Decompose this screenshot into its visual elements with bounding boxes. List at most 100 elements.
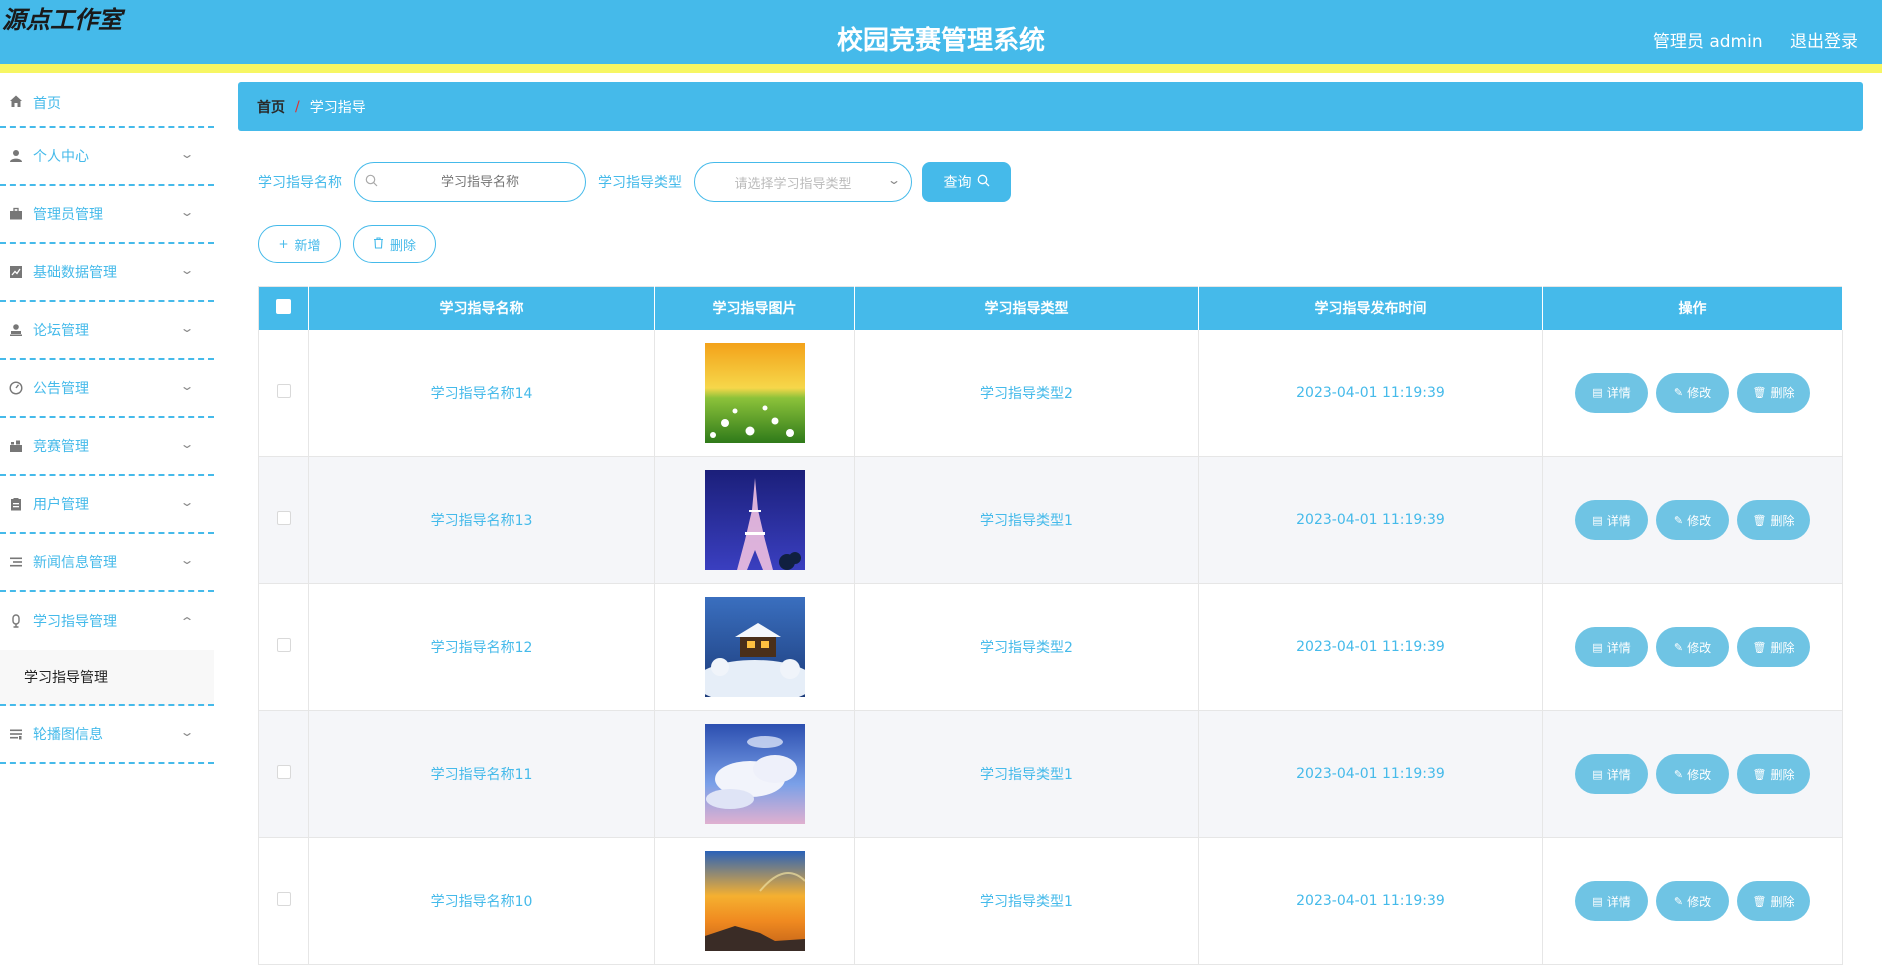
chevron-down-icon: ⌄ xyxy=(886,173,902,187)
row-time: 2023-04-01 11:19:39 xyxy=(1198,456,1543,584)
table-row: 学习指导名称14 学习指导类型2 2023-04-01 11:19:39 ▤ 详情… xyxy=(258,329,1843,457)
sidebar-item-study-guide[interactable]: 学习指导管理 ⌃ xyxy=(0,592,214,650)
select-all-cell xyxy=(258,286,309,330)
delete-button[interactable]: 🗑 删除 xyxy=(1737,754,1810,794)
trash-icon: 🗑 xyxy=(1752,513,1767,527)
chevron-up-icon: ⌃ xyxy=(179,615,195,629)
delete-label: 删除 xyxy=(1770,894,1795,909)
type-filter-placeholder: 请选择学习指导类型 xyxy=(734,176,852,192)
plus-icon: + xyxy=(278,237,289,251)
query-button-label: 查询 xyxy=(943,175,972,191)
row-name: 学习指导名称10 xyxy=(308,837,655,965)
row-actions: ▤ 详情 ✎ 修改 🗑 删除 xyxy=(1543,754,1842,794)
detail-button[interactable]: ▤ 详情 xyxy=(1575,881,1648,921)
sidebar-item-label: 管理员管理 xyxy=(33,207,103,223)
detail-button[interactable]: ▤ 详情 xyxy=(1575,754,1648,794)
edit-button[interactable]: ✎ 修改 xyxy=(1656,627,1729,667)
edit-button[interactable]: ✎ 修改 xyxy=(1656,881,1729,921)
delete-button[interactable]: 🗑 删除 xyxy=(1737,372,1810,413)
document-icon: ▤ xyxy=(1592,640,1603,654)
column-header[interactable]: 学习指导名称 xyxy=(308,286,655,330)
sliders-icon xyxy=(8,726,24,742)
column-header[interactable]: 学习指导类型 xyxy=(854,286,1199,330)
top-header: 源点工作室 校园竞赛管理系统 管理员 admin 退出登录 xyxy=(0,0,1882,73)
row-actions: ▤ 详情 ✎ 修改 🗑 删除 xyxy=(1543,627,1842,667)
logout-link[interactable]: 退出登录 xyxy=(1790,32,1858,52)
delete-button[interactable]: 🗑 删除 xyxy=(1737,627,1810,667)
table-row: 学习指导名称11 学习指导类型1 2023-04-01 11:19:39 ▤ 详情… xyxy=(258,710,1843,838)
thumbnail-image[interactable] xyxy=(704,342,805,443)
sidebar-item-admin[interactable]: 管理员管理 ⌄ xyxy=(0,186,214,244)
sidebar-item-users[interactable]: 用户管理 ⌄ xyxy=(0,476,214,534)
row-checkbox[interactable] xyxy=(276,511,291,525)
sidebar: 首页 个人中心 ⌄ 管理员管理 ⌄ 基础数据管理 ⌄ 论坛管理 ⌄ 公告管理 ⌄ xyxy=(0,82,215,935)
delete-button[interactable]: 🗑 删除 xyxy=(1737,881,1810,921)
type-filter-select[interactable]: 请选择学习指导类型 ⌄ xyxy=(694,162,912,202)
system-title: 校园竞赛管理系统 xyxy=(836,26,1045,56)
thumbnail-image[interactable] xyxy=(704,470,805,570)
row-actions: ▤ 详情 ✎ 修改 🗑 删除 xyxy=(1543,372,1842,413)
type-filter-label: 学习指导类型 xyxy=(598,175,682,191)
current-user[interactable]: 管理员 admin xyxy=(1653,32,1763,52)
row-time: 2023-04-01 11:19:39 xyxy=(1198,837,1543,965)
detail-button[interactable]: ▤ 详情 xyxy=(1575,500,1648,540)
home-icon xyxy=(8,93,24,109)
chevron-down-icon: ⌄ xyxy=(179,495,195,509)
sidebar-item-competition[interactable]: 竞赛管理 ⌄ xyxy=(0,418,214,476)
list-icon xyxy=(8,554,24,570)
chevron-down-icon: ⌄ xyxy=(179,147,195,161)
document-icon: ▤ xyxy=(1592,894,1603,908)
row-time: 2023-04-01 11:19:39 xyxy=(1198,710,1543,838)
edit-button[interactable]: ✎ 修改 xyxy=(1656,754,1729,794)
row-type: 学习指导类型2 xyxy=(854,329,1199,457)
row-type: 学习指导类型1 xyxy=(854,837,1199,965)
chevron-down-icon: ⌄ xyxy=(179,725,195,739)
action-bar: + 新增 删除 xyxy=(258,225,448,263)
sidebar-item-basic-data[interactable]: 基础数据管理 ⌄ xyxy=(0,244,214,302)
detail-button[interactable]: ▤ 详情 xyxy=(1575,372,1648,413)
edit-button[interactable]: ✎ 修改 xyxy=(1656,372,1729,413)
column-header[interactable]: 学习指导图片 xyxy=(654,286,855,330)
clipboard-icon xyxy=(8,496,24,512)
gauge-icon xyxy=(8,380,24,396)
sidebar-subitem-study-guide[interactable]: 学习指导管理 xyxy=(0,650,214,706)
detail-label: 详情 xyxy=(1606,767,1631,782)
sidebar-item-news[interactable]: 新闻信息管理 ⌄ xyxy=(0,534,214,592)
edit-label: 修改 xyxy=(1687,386,1712,401)
sidebar-item-label: 论坛管理 xyxy=(33,323,89,339)
row-checkbox[interactable] xyxy=(276,638,291,652)
sidebar-item-label: 轮播图信息 xyxy=(33,727,103,743)
edit-button[interactable]: ✎ 修改 xyxy=(1656,500,1729,540)
add-button[interactable]: + 新增 xyxy=(258,225,341,263)
row-checkbox[interactable] xyxy=(276,892,291,906)
user-area: 管理员 admin 退出登录 xyxy=(1631,27,1858,52)
query-button[interactable]: 查询 xyxy=(922,162,1011,202)
row-checkbox[interactable] xyxy=(276,765,291,779)
document-icon: ▤ xyxy=(1592,386,1603,400)
sidebar-item-home[interactable]: 首页 xyxy=(0,82,214,128)
sidebar-item-carousel[interactable]: 轮播图信息 ⌄ xyxy=(0,706,214,764)
breadcrumb: 首页 / 学习指导 xyxy=(238,82,1863,131)
sidebar-item-personal[interactable]: 个人中心 ⌄ xyxy=(0,128,214,186)
row-checkbox[interactable] xyxy=(276,383,291,398)
trash-icon: 🗑 xyxy=(1752,894,1767,908)
sidebar-item-forum[interactable]: 论坛管理 ⌄ xyxy=(0,302,214,360)
select-all-checkbox[interactable] xyxy=(276,298,291,314)
column-header[interactable]: 学习指导发布时间 xyxy=(1198,286,1543,330)
pencil-icon: ✎ xyxy=(1673,386,1684,400)
chart-icon xyxy=(8,264,24,280)
study-guide-table: 学习指导名称 学习指导图片 学习指导类型 学习指导发布时间 操作 学习指导名称1… xyxy=(258,286,1843,965)
thumbnail-image[interactable] xyxy=(704,724,805,824)
thumbnail-image[interactable] xyxy=(704,851,805,951)
breadcrumb-home[interactable]: 首页 xyxy=(257,97,285,117)
detail-button[interactable]: ▤ 详情 xyxy=(1575,627,1648,667)
delete-label: 删除 xyxy=(1770,767,1795,782)
delete-button[interactable]: 🗑 删除 xyxy=(1737,500,1810,540)
detail-label: 详情 xyxy=(1606,894,1631,909)
thumbnail-image[interactable] xyxy=(704,597,805,697)
search-icon xyxy=(365,174,378,191)
batch-delete-button[interactable]: 删除 xyxy=(353,225,436,263)
name-filter-input[interactable] xyxy=(385,163,575,201)
trash-icon xyxy=(373,236,384,252)
sidebar-item-notice[interactable]: 公告管理 ⌄ xyxy=(0,360,214,418)
